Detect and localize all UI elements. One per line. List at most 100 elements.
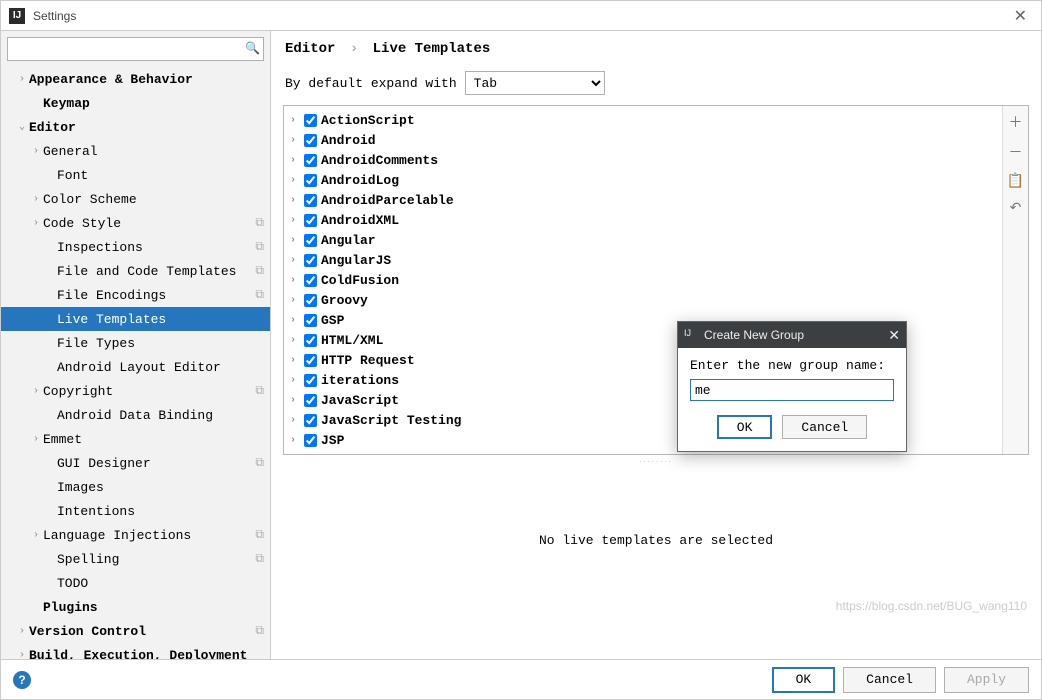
template-checkbox[interactable] [304,334,317,347]
sidebar-item-label: Color Scheme [43,192,137,207]
sidebar-item-label: Appearance & Behavior [29,72,193,87]
template-group[interactable]: ›AndroidXML [284,210,1002,230]
sidebar-item-file-encodings[interactable]: File Encodings⧉ [1,283,270,307]
sidebar-item-label: Copyright [43,384,113,399]
sidebar-item-language-injections[interactable]: ›Language Injections⧉ [1,523,270,547]
sidebar-item-plugins[interactable]: Plugins [1,595,270,619]
chevron-icon: › [15,650,29,660]
remove-icon[interactable]: － [1009,142,1023,162]
chevron-icon: › [15,74,29,85]
template-checkbox[interactable] [304,254,317,267]
cancel-button[interactable]: Cancel [843,667,936,693]
expand-select[interactable]: Tab [465,71,605,95]
sidebar-item-general[interactable]: ›General [1,139,270,163]
chevron-right-icon: › [290,395,300,406]
settings-tree[interactable]: ›Appearance & BehaviorKeymap⌄Editor›Gene… [1,67,270,659]
sidebar-item-color-scheme[interactable]: ›Color Scheme [1,187,270,211]
template-checkbox[interactable] [304,194,317,207]
sidebar-item-spelling[interactable]: Spelling⧉ [1,547,270,571]
template-checkbox[interactable] [304,154,317,167]
sidebar-item-android-data-binding[interactable]: Android Data Binding [1,403,270,427]
breadcrumb: Editor › Live Templates [271,31,1041,67]
gear-icon: ⧉ [255,240,264,254]
ok-button[interactable]: OK [772,667,836,693]
template-group[interactable]: ›AngularJS [284,250,1002,270]
template-checkbox[interactable] [304,234,317,247]
add-icon[interactable]: ＋ [1009,112,1023,132]
create-group-dialog: IJ Create New Group ✕ Enter the new grou… [677,321,907,452]
dialog-cancel-button[interactable]: Cancel [782,415,867,439]
sidebar-item-appearance-behavior[interactable]: ›Appearance & Behavior [1,67,270,91]
template-group[interactable]: ›Angular [284,230,1002,250]
sidebar-item-font[interactable]: Font [1,163,270,187]
sidebar-item-build-execution-deployment[interactable]: ›Build, Execution, Deployment [1,643,270,659]
template-checkbox[interactable] [304,434,317,447]
sidebar-item-file-and-code-templates[interactable]: File and Code Templates⧉ [1,259,270,283]
template-group[interactable]: › AndroidComments [284,150,1002,170]
sidebar-item-inspections[interactable]: Inspections ⧉ [1,235,270,259]
sidebar-item-editor[interactable]: ⌄Editor [1,115,270,139]
template-checkbox[interactable] [304,394,317,407]
template-group[interactable]: ›ColdFusion [284,270,1002,290]
template-checkbox[interactable] [304,314,317,327]
template-group[interactable]: ›AndroidParcelable [284,190,1002,210]
apply-button[interactable]: Apply [944,667,1029,693]
template-checkbox[interactable] [304,454,317,455]
template-checkbox[interactable] [304,414,317,427]
template-group[interactable]: ›Android [284,130,1002,150]
chevron-right-icon: › [290,155,300,166]
gear-icon: ⧉ [255,552,264,566]
chevron-icon: › [15,626,29,637]
undo-icon[interactable]: ↶ [1010,199,1022,216]
sidebar-item-gui-designer[interactable]: GUI Designer⧉ [1,451,270,475]
sidebar: 🔍 ›Appearance & BehaviorKeymap⌄Editor›Ge… [1,31,271,659]
template-group[interactable]: ›ActionScript [284,110,1002,130]
template-checkbox[interactable] [304,214,317,227]
templates-toolbar: ＋ － 📋 ↶ [1002,106,1028,454]
template-label: Kotlin [321,453,368,455]
template-checkbox[interactable] [304,354,317,367]
template-checkbox[interactable] [304,134,317,147]
sidebar-item-keymap[interactable]: Keymap [1,91,270,115]
sidebar-item-live-templates[interactable]: Live Templates [1,307,270,331]
dialog-ok-button[interactable]: OK [717,415,773,439]
close-icon[interactable]: ✕ [888,327,900,344]
sidebar-item-label: Code Style [43,216,121,231]
chevron-right-icon: › [290,335,300,346]
expand-label: By default expand with [285,76,457,91]
gear-icon: ⧉ [255,624,264,638]
sidebar-item-version-control[interactable]: ›Version Control⧉ [1,619,270,643]
template-checkbox[interactable] [304,294,317,307]
template-checkbox[interactable] [304,274,317,287]
group-name-input[interactable] [690,379,894,401]
resize-grip[interactable]: ........ [271,455,1041,463]
sidebar-item-file-types[interactable]: File Types [1,331,270,355]
sidebar-item-label: Android Data Binding [57,408,213,423]
template-label: Android [321,133,376,148]
breadcrumb-child: Live Templates [373,41,491,57]
close-icon[interactable]: ✕ [1008,6,1033,26]
sidebar-item-android-layout-editor[interactable]: Android Layout Editor [1,355,270,379]
template-checkbox[interactable] [304,114,317,127]
sidebar-item-intentions[interactable]: Intentions [1,499,270,523]
sidebar-item-copyright[interactable]: ›Copyright⧉ [1,379,270,403]
template-label: AndroidComments [321,153,438,168]
sidebar-item-images[interactable]: Images [1,475,270,499]
sidebar-item-label: Inspections [57,240,143,255]
sidebar-item-todo[interactable]: TODO [1,571,270,595]
template-checkbox[interactable] [304,174,317,187]
footer: ? OK Cancel Apply [1,659,1041,699]
template-group[interactable]: ›AndroidLog [284,170,1002,190]
search-icon: 🔍 [245,41,260,55]
search-input[interactable] [7,37,264,61]
chevron-icon: › [29,194,43,205]
help-icon[interactable]: ? [13,671,31,689]
sidebar-item-code-style[interactable]: ›Code Style⧉ [1,211,270,235]
template-checkbox[interactable] [304,374,317,387]
template-group[interactable]: ›Groovy [284,290,1002,310]
template-label: AngularJS [321,253,391,268]
sidebar-item-emmet[interactable]: ›Emmet [1,427,270,451]
gear-icon: ⧉ [255,288,264,302]
copy-icon[interactable]: 📋 [1007,172,1024,189]
template-label: JSP [321,433,344,448]
